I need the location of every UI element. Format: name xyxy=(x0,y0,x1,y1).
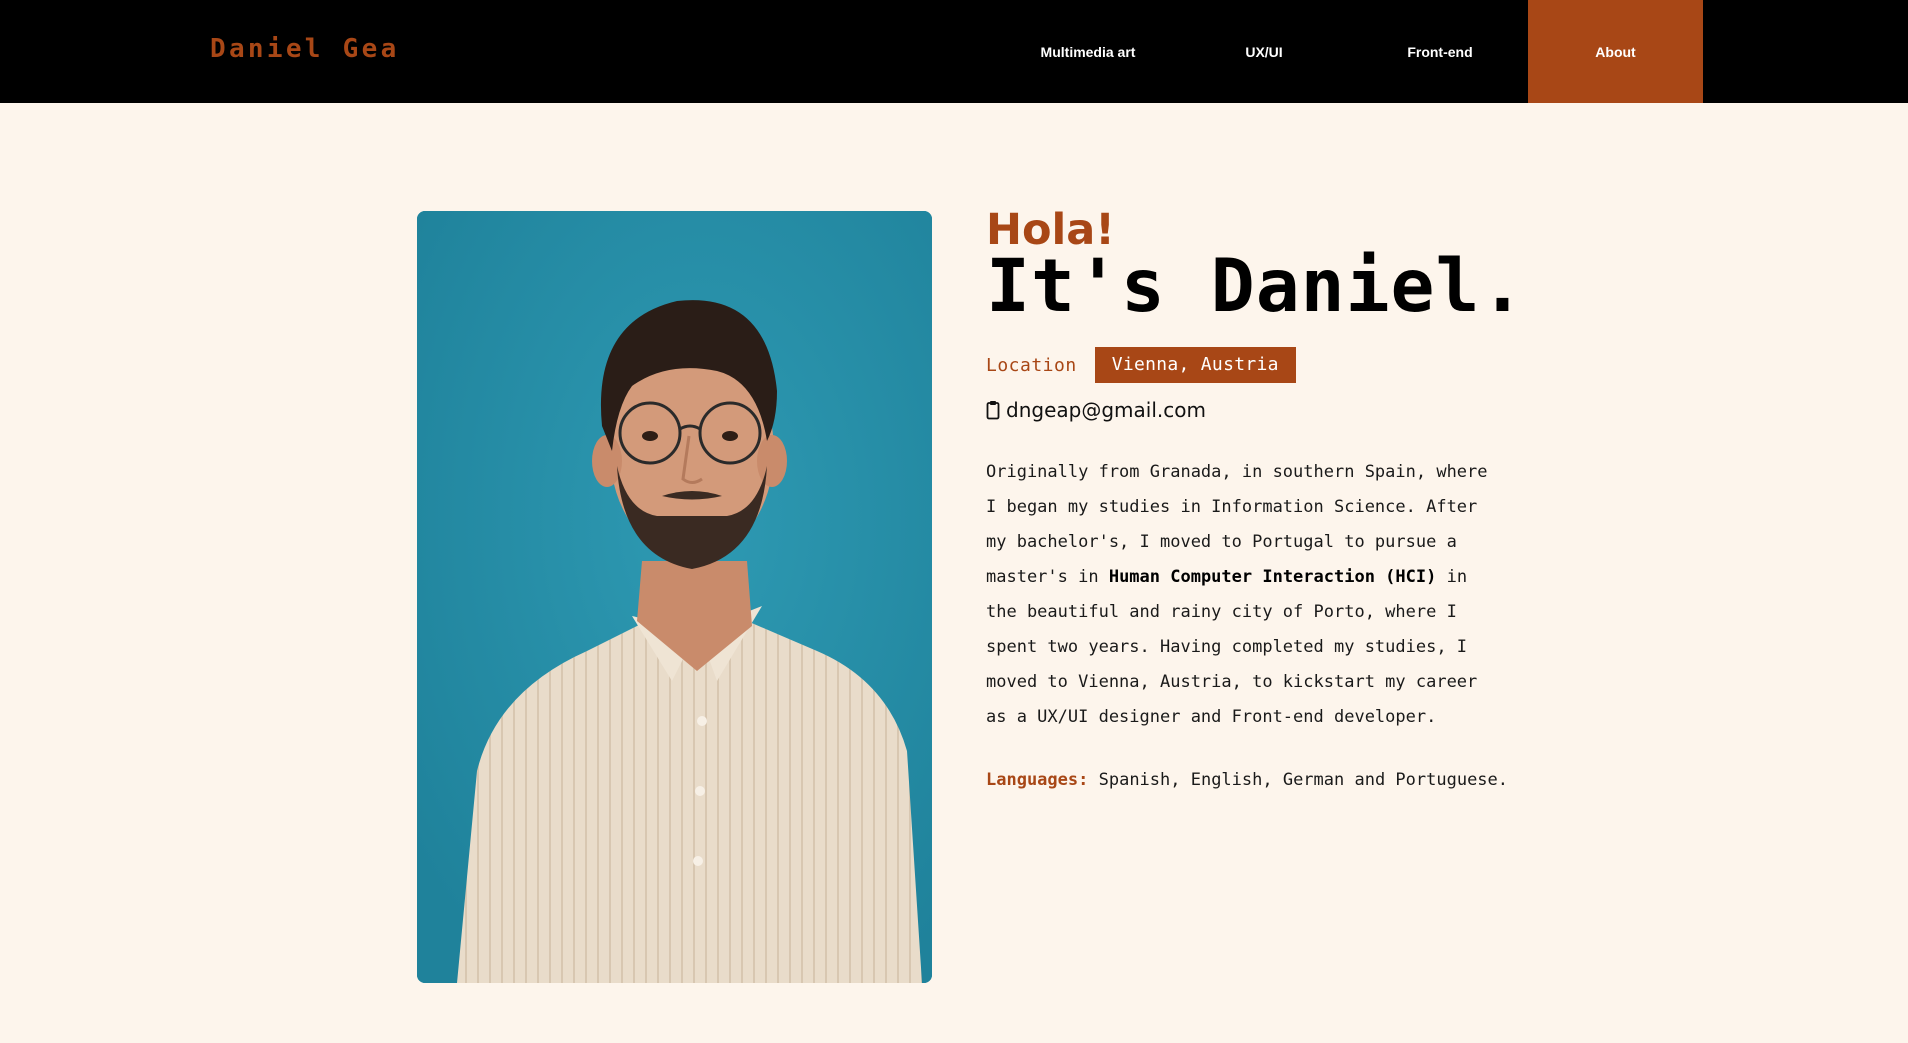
nav-menu: Multimedia art UX/UI Front-end About xyxy=(1000,0,1703,103)
location-label: Location xyxy=(986,354,1077,376)
languages-line: Languages: Spanish, English, German and … xyxy=(986,770,1509,790)
nav-link-about[interactable]: About xyxy=(1528,0,1703,103)
top-navbar: Daniel Gea Multimedia art UX/UI Front-en… xyxy=(0,0,1908,103)
languages-label: Languages: xyxy=(986,770,1089,790)
about-content: Hola! It's Daniel. Location Vienna, Aust… xyxy=(986,204,1526,790)
nav-link-ux-ui[interactable]: UX/UI xyxy=(1176,0,1352,103)
location-row: Location Vienna, Austria xyxy=(986,347,1506,383)
bio-paragraph: Originally from Granada, in southern Spa… xyxy=(986,455,1506,735)
location-badge: Vienna, Austria xyxy=(1094,347,1296,383)
portrait-illustration xyxy=(417,211,932,983)
languages-value: Spanish, English, German and Portuguese. xyxy=(1098,770,1509,790)
profile-photo xyxy=(417,211,932,983)
bio-text-end: in the beautiful and rainy city of Porto… xyxy=(986,567,1478,727)
page-title: It's Daniel. xyxy=(986,244,1526,329)
nav-link-front-end[interactable]: Front-end xyxy=(1352,0,1528,103)
email-link[interactable]: dngeap@gmail.com xyxy=(1006,398,1206,422)
email-row[interactable]: dngeap@gmail.com xyxy=(986,395,1506,425)
nav-link-multimedia-art[interactable]: Multimedia art xyxy=(1000,0,1176,103)
clipboard-icon xyxy=(986,401,1000,420)
brand-logo[interactable]: Daniel Gea xyxy=(210,34,400,64)
bio-highlight: Human Computer Interaction (HCI) xyxy=(1108,567,1437,587)
